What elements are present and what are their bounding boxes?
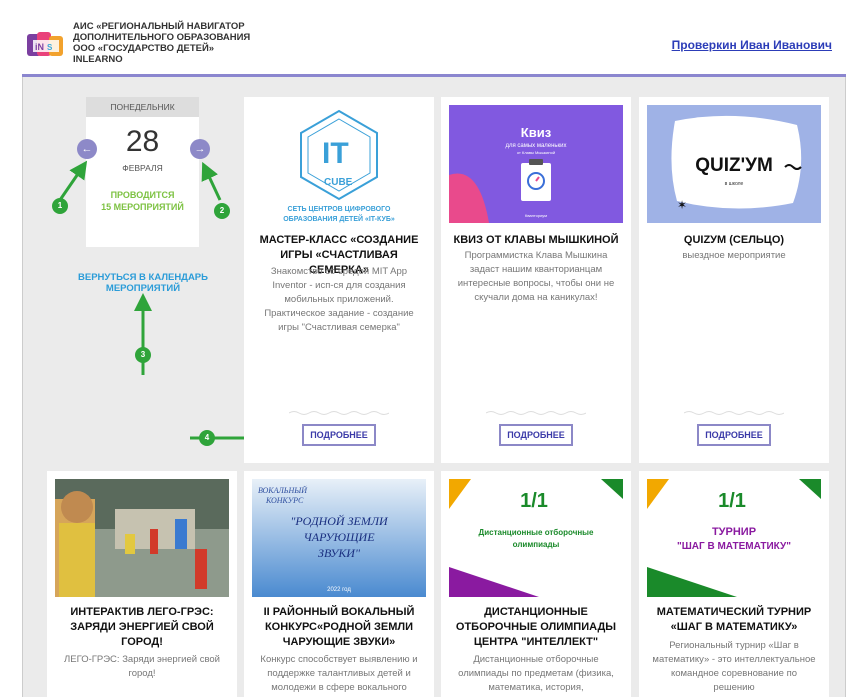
image-caption: СЕТЬ ЦЕНТРОВ ЦИФРОВОГО bbox=[288, 206, 391, 213]
event-card[interactable]: ВОКАЛЬНЫЙ КОНКУРС "РОДНОЙ ЗЕМЛИ ЧАРУЮЩИЕ… bbox=[244, 471, 434, 697]
card-title: КВИЗ ОТ КЛАВЫ МЫШКИНОЙ bbox=[453, 234, 619, 246]
card-title: ИНТЕРАКТИВ ЛЕГО-ГРЭС: ЗАРЯДИ ЭНЕРГИЕЙ СВ… bbox=[70, 606, 214, 648]
annotation-arrows bbox=[58, 160, 222, 375]
image-text: "РОДНОЙ ЗЕМЛИ bbox=[290, 513, 389, 528]
svg-text:S: S bbox=[47, 43, 53, 52]
image-subheading: для самых маленьких bbox=[505, 143, 566, 149]
weekday-label: ПОНЕДЕЛЬНИК bbox=[86, 97, 199, 117]
site-title-line: АИС «РЕГИОНАЛЬНЫЙ НАВИГАТОР bbox=[73, 21, 245, 32]
card-title: QUIZУМ (СЕЛЬЦО) bbox=[683, 234, 785, 246]
site-title-line: ООО «ГОСУДАРСТВО ДЕТЕЙ» bbox=[73, 43, 215, 54]
annotation-badge-2: 2 bbox=[214, 203, 230, 219]
event-card[interactable]: Квиз для самых маленьких от Клавы Мышкин… bbox=[441, 97, 631, 463]
vocal-contest-image: ВОКАЛЬНЫЙ КОНКУРС "РОДНОЙ ЗЕМЛИ ЧАРУЮЩИЕ… bbox=[252, 479, 426, 597]
card-description: Дистанционные отборочные олимпиады по пр… bbox=[458, 654, 614, 693]
site-title-line: ДОПОЛНИТЕЛЬНОГО ОБРАЗОВАНИЯ bbox=[73, 32, 251, 43]
event-card[interactable]: ИНТЕРАКТИВ ЛЕГО-ГРЭС: ЗАРЯДИ ЭНЕРГИЕЙ СВ… bbox=[47, 471, 237, 697]
image-subheading: в школе bbox=[725, 181, 744, 187]
svg-text:1/1: 1/1 bbox=[718, 490, 746, 512]
image-text: ТУРНИР bbox=[712, 526, 756, 538]
image-year: 2022 год bbox=[327, 587, 351, 593]
details-button[interactable]: ПОДРОБНЕЕ bbox=[697, 424, 771, 446]
card-title: МАТЕМАТИЧЕСКИЙ ТУРНИР «ШАГ В МАТЕМАТИКУ» bbox=[656, 606, 812, 633]
event-card[interactable]: QUIZ'УМ в школе ✶ QUIZУМ (СЕЛЬЦО) выездн… bbox=[639, 97, 829, 463]
lego-image bbox=[55, 479, 229, 597]
site-header: iN S АИС «РЕГИОНАЛЬНЫЙ НАВИГАТОР ДОПОЛНИ… bbox=[0, 0, 852, 74]
event-card[interactable]: 1/1 Дистанционные отборочные олимпиады Д… bbox=[441, 471, 631, 697]
image-caption: ОБРАЗОВАНИЯ ДЕТЕЙ «IT-КУБ» bbox=[283, 214, 395, 223]
card-description: Региональный турнир «Шаг в математику» -… bbox=[652, 640, 816, 693]
card-description: Знакомство со средой MIT App Inventor - … bbox=[264, 266, 414, 333]
card-description: ЛЕГО-ГРЭС: Заряди энергией свой город! bbox=[64, 654, 220, 679]
site-title-line: INLEARNO bbox=[73, 54, 123, 65]
logo-word: CUBE bbox=[324, 177, 353, 188]
image-logo: QUIZ'УМ bbox=[695, 155, 773, 176]
card-description: Программистка Клава Мышкина задаст нашим… bbox=[457, 250, 615, 303]
next-day-button[interactable]: → bbox=[190, 139, 210, 159]
site-title: АИС «РЕГИОНАЛЬНЫЙ НАВИГАТОР ДОПОЛНИТЕЛЬН… bbox=[73, 21, 273, 65]
details-button[interactable]: ПОДРОБНЕЕ bbox=[302, 424, 376, 446]
user-profile-link[interactable]: Проверкин Иван Иванович bbox=[672, 38, 832, 52]
math-tournament-image: 1/1 ТУРНИР "ШАГ В МАТЕМАТИКУ" bbox=[647, 479, 821, 597]
image-text: олимпиады bbox=[513, 540, 560, 549]
image-text: ЗВУКИ" bbox=[318, 546, 361, 560]
prev-day-button[interactable]: ← bbox=[77, 139, 97, 159]
olympiad-image: 1/1 Дистанционные отборочные олимпиады bbox=[449, 479, 623, 597]
image-tiny: от Клавы Мышкиной bbox=[517, 150, 555, 155]
image-heading: Квиз bbox=[521, 125, 552, 140]
arrow-right-icon: → bbox=[194, 143, 206, 155]
it-cube-image: IT CUBE СЕТЬ ЦЕНТРОВ ЦИФРОВОГО ОБРАЗОВАН… bbox=[252, 105, 426, 225]
image-text: "ШАГ В МАТЕМАТИКУ" bbox=[677, 541, 791, 552]
inlearno-logo[interactable]: iN S bbox=[27, 30, 65, 60]
svg-text:iN: iN bbox=[35, 42, 44, 52]
event-card[interactable]: IT CUBE СЕТЬ ЦЕНТРОВ ЦИФРОВОГО ОБРАЗОВАН… bbox=[244, 97, 434, 463]
event-card[interactable]: 1/1 ТУРНИР "ШАГ В МАТЕМАТИКУ" МАТЕМАТИЧЕ… bbox=[639, 471, 829, 697]
card-description: Конкурс способствует выявлению и поддерж… bbox=[260, 654, 418, 693]
annotation-badge-3: 3 bbox=[135, 347, 151, 363]
quiz-image: Квиз для самых маленьких от Клавы Мышкин… bbox=[449, 105, 623, 223]
card-title: II РАЙОННЫЙ ВОКАЛЬНЫЙ КОНКУРС«РОДНОЙ ЗЕМ… bbox=[263, 606, 415, 648]
logo-letters: IT bbox=[322, 137, 349, 170]
annotation-badge-1: 1 bbox=[52, 198, 68, 214]
card-title: ДИСТАНЦИОННЫЕ ОТБОРОЧНЫЕ ОЛИМПИАДЫ ЦЕНТР… bbox=[455, 606, 617, 648]
card-description: выездное мероприятие bbox=[682, 250, 786, 261]
annotation-badge-4: 4 bbox=[199, 430, 215, 446]
wave-divider bbox=[289, 411, 389, 415]
image-text: Дистанционные отборочные bbox=[479, 528, 594, 537]
details-button[interactable]: ПОДРОБНЕЕ bbox=[499, 424, 573, 446]
image-text: ЧАРУЮЩИЕ bbox=[303, 530, 375, 544]
svg-text:✶: ✶ bbox=[677, 198, 687, 212]
image-text: КОНКУРС bbox=[265, 496, 304, 505]
arrow-left-icon: ← bbox=[81, 143, 93, 155]
quizum-image: QUIZ'УМ в школе ✶ bbox=[647, 105, 821, 223]
wave-divider bbox=[684, 411, 784, 415]
wave-divider bbox=[486, 411, 586, 415]
image-text: ВОКАЛЬНЫЙ bbox=[258, 485, 308, 495]
image-bottom: Кванториум bbox=[525, 213, 547, 218]
day-number: 28 bbox=[125, 125, 160, 158]
svg-text:1/1: 1/1 bbox=[520, 490, 548, 512]
